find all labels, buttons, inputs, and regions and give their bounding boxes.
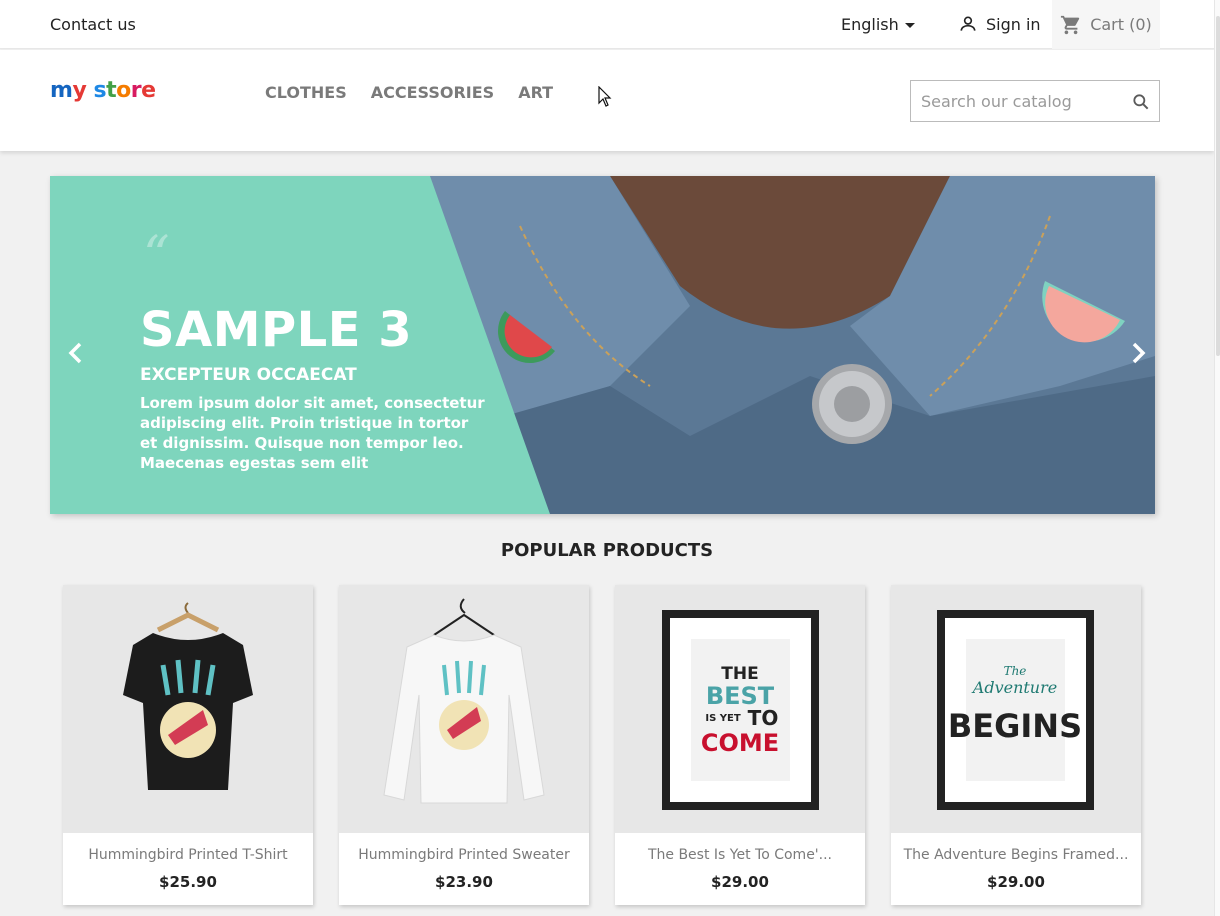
caret-down-icon: [904, 22, 915, 28]
language-selector[interactable]: English: [841, 15, 915, 34]
top-bar: Contact us English Sign in Cart (0): [0, 0, 1214, 49]
product-name[interactable]: The Adventure Begins Framed...: [891, 847, 1141, 863]
product-card[interactable]: The Adventure BEGINS The Adventure Begin…: [891, 585, 1141, 905]
product-name[interactable]: Hummingbird Printed Sweater: [339, 847, 589, 863]
scrollbar-thumb[interactable]: [1216, 16, 1220, 356]
nav-art[interactable]: ART: [518, 83, 553, 102]
chevron-left-icon[interactable]: [64, 341, 88, 365]
main-nav: CLOTHES ACCESSORIES ART: [265, 83, 553, 102]
quote-icon: “: [143, 226, 170, 286]
poster-text: The: [1004, 664, 1027, 678]
product-price: $29.00: [987, 873, 1045, 891]
product-price: $23.90: [435, 873, 493, 891]
product-image[interactable]: The Adventure BEGINS: [891, 585, 1141, 833]
slide-title: SAMPLE 3: [140, 302, 413, 358]
slide-subtitle: EXCEPTEUR OCCAECAT: [140, 365, 357, 385]
product-image[interactable]: [63, 585, 313, 833]
shopping-cart-icon: [1061, 15, 1080, 34]
search-box: [910, 80, 1160, 122]
slide-description: Lorem ipsum dolor sit amet, consectetur …: [140, 394, 485, 472]
user-icon: [960, 16, 976, 31]
poster-text: IS YET: [705, 713, 740, 724]
contact-us-link[interactable]: Contact us: [50, 15, 136, 34]
cart-label: Cart (0): [1090, 15, 1152, 34]
chevron-right-icon[interactable]: [1126, 341, 1150, 365]
page-scrollbar[interactable]: [1214, 0, 1220, 916]
product-price: $29.00: [711, 873, 769, 891]
cart-button[interactable]: Cart (0): [1052, 0, 1160, 49]
popular-products-heading: POPULAR PRODUCTS: [500, 540, 714, 561]
hero-slider[interactable]: “ SAMPLE 3 EXCEPTEUR OCCAECAT Lorem ipsu…: [50, 176, 1155, 514]
product-price: $25.90: [159, 873, 217, 891]
product-name[interactable]: The Best Is Yet To Come'...: [615, 847, 865, 863]
product-card[interactable]: Hummingbird Printed T-Shirt $25.90: [63, 585, 313, 905]
sign-in-link[interactable]: Sign in: [958, 13, 1041, 35]
poster-text: COME: [701, 729, 779, 757]
product-card[interactable]: THE BEST IS YET TO COME The Best Is Yet …: [615, 585, 865, 905]
product-image[interactable]: THE BEST IS YET TO COME: [615, 585, 865, 833]
nav-accessories[interactable]: ACCESSORIES: [371, 83, 494, 102]
product-name[interactable]: Hummingbird Printed T-Shirt: [63, 847, 313, 863]
store-logo[interactable]: my store: [50, 78, 156, 103]
search-input[interactable]: [911, 81, 1121, 121]
product-card[interactable]: Hummingbird Printed Sweater $23.90: [339, 585, 589, 905]
product-image[interactable]: [339, 585, 589, 833]
poster-text: TO: [748, 706, 779, 730]
mouse-cursor-icon: [598, 86, 612, 107]
poster-text: BEGINS: [948, 707, 1082, 745]
sign-in-label: Sign in: [986, 14, 1041, 34]
poster-text: THE: [721, 664, 758, 684]
language-label: English: [841, 15, 899, 34]
poster-text: Adventure: [971, 678, 1057, 697]
nav-clothes[interactable]: CLOTHES: [265, 83, 347, 102]
search-icon[interactable]: [1131, 92, 1151, 112]
